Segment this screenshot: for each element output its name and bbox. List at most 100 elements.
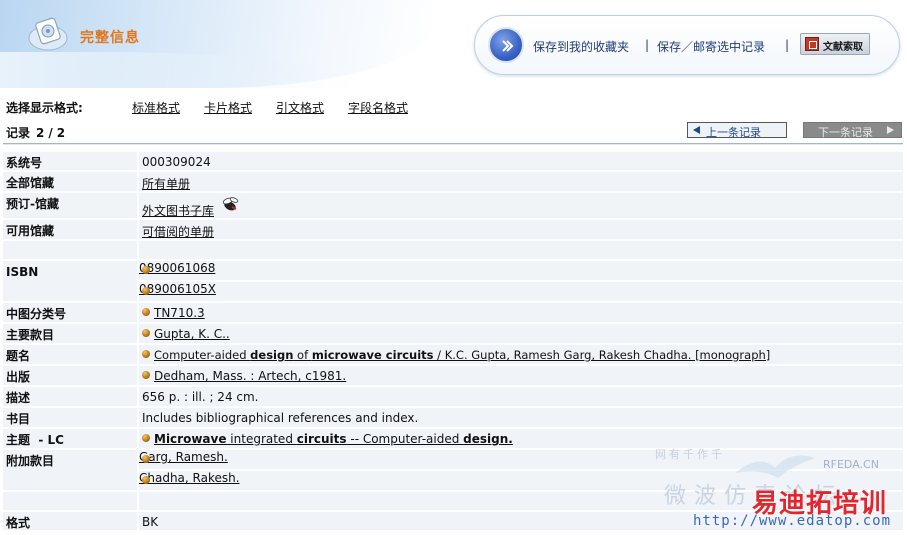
subject-part: circuits: [296, 432, 347, 446]
field-row-empty: [3, 241, 903, 259]
bee-cursor-icon: [222, 197, 239, 211]
record-label: 记录: [6, 126, 31, 140]
bullet-icon: [142, 308, 150, 316]
header: 完整信息 保存到我的收藏夹 | 保存／邮寄选中记录 | 文献索取: [0, 0, 907, 90]
list-item: 0890061068: [139, 261, 903, 280]
added-author-link[interactable]: Chadha, Rakesh.: [139, 471, 240, 485]
field-row-notes: 书目 Includes bibliographical references a…: [3, 408, 903, 427]
field-label: 全部馆藏: [3, 172, 137, 191]
field-value: Includes bibliographical references and …: [139, 408, 903, 427]
isbn-link[interactable]: 0890061068: [139, 261, 215, 275]
field-label: 附加款目: [3, 450, 137, 490]
title-part: design: [250, 348, 294, 362]
isbn-link[interactable]: 089006105X: [139, 282, 216, 296]
separator: |: [785, 38, 790, 52]
field-value: 0890061068 089006105X: [139, 261, 903, 301]
forward-arrow-icon[interactable]: [488, 27, 524, 63]
reserve-library-link[interactable]: 外文图书子库: [142, 202, 214, 219]
bullet-icon: [142, 371, 150, 379]
subject-part: integrated: [226, 432, 297, 446]
title-part: Computer-aided: [154, 348, 251, 362]
available-items-link[interactable]: 可借阅的单册: [142, 223, 214, 239]
format-label: 选择显示格式:: [6, 101, 83, 115]
field-label: 主题 - LC: [3, 429, 137, 448]
subject-part: Microwave: [154, 432, 227, 446]
field-row-isbn: ISBN 0890061068 089006105X: [3, 261, 903, 301]
field-label: 中图分类号: [3, 303, 137, 322]
author-link[interactable]: Gupta, K. C..: [154, 327, 230, 341]
added-author-link[interactable]: Garg, Ramesh.: [139, 450, 228, 464]
separator: |: [645, 38, 650, 52]
field-label: 主要款目: [3, 324, 137, 343]
field-value: TN710.3: [139, 303, 903, 322]
field-value: 000309024: [139, 152, 903, 170]
previous-record-button[interactable]: 上一条记录: [687, 122, 787, 139]
field-label: [3, 492, 137, 510]
record-table: 系统号 000309024 全部馆藏 所有单册 预订-馆藏 外文图书子库 可用馆…: [3, 152, 903, 532]
format-citation-link[interactable]: 引文格式: [276, 99, 324, 116]
field-value: 可借阅的单册: [139, 220, 903, 239]
save-mail-selected-link[interactable]: 保存／邮寄选中记录: [657, 38, 765, 55]
bullet-icon: [142, 329, 150, 337]
list-item: Chadha, Rakesh.: [139, 471, 903, 490]
field-row-reserve: 预订-馆藏 外文图书子库: [3, 193, 903, 218]
action-bar: 保存到我的收藏夹 | 保存／邮寄选中记录 | 文献索取: [474, 15, 900, 75]
publication-link[interactable]: Dedham, Mass. : Artech, c1981.: [154, 369, 346, 383]
bullet-icon: [142, 266, 150, 274]
field-row-clc: 中图分类号 TN710.3: [3, 303, 903, 322]
previous-record-label: 上一条记录: [706, 126, 761, 139]
field-value: Gupta, K. C..: [139, 324, 903, 343]
bullet-icon: [142, 455, 150, 463]
record-total: 2: [56, 126, 70, 140]
all-holdings-link[interactable]: 所有单册: [142, 175, 190, 191]
classification-link[interactable]: TN710.3: [154, 306, 205, 320]
field-row-added-entry: 附加款目 Garg, Ramesh. Chadha, Rakesh.: [3, 450, 903, 490]
field-row-sysno: 系统号 000309024: [3, 152, 903, 170]
field-value: 外文图书子库: [139, 193, 903, 218]
title-link[interactable]: Computer-aided design of microwave circu…: [154, 348, 770, 362]
field-row-all-holdings: 全部馆藏 所有单册: [3, 172, 903, 191]
format-card-link[interactable]: 卡片格式: [204, 99, 252, 116]
field-label: 描述: [3, 387, 137, 406]
description-value: 656 p. : ill. ; 24 cm.: [142, 390, 259, 404]
record-current: 2: [36, 126, 49, 140]
field-value: Computer-aided design of microwave circu…: [139, 345, 903, 364]
document-request-label: 文献索取: [823, 42, 863, 53]
field-label: 预订-馆藏: [3, 193, 137, 218]
field-row-empty: [3, 492, 903, 510]
document-icon: [805, 37, 819, 51]
notes-value: Includes bibliographical references and …: [142, 411, 419, 425]
next-record-label: 下一条记录: [818, 126, 873, 139]
record-counter: 记录 2/2: [6, 124, 69, 141]
subject-part: design.: [463, 432, 513, 446]
title-part: microwave circuits: [311, 348, 434, 362]
page-title: 完整信息: [80, 30, 140, 46]
field-label: [3, 241, 137, 259]
subject-part: -- Computer-aided: [346, 432, 464, 446]
field-value: Microwave integrated circuits -- Compute…: [139, 429, 903, 448]
field-label: 可用馆藏: [3, 220, 137, 239]
title-part: / K.C. Gupta, Ramesh Garg, Rakesh Chadha…: [433, 348, 771, 362]
bullet-icon: [142, 287, 150, 295]
sysno-value: 000309024: [142, 155, 211, 169]
save-to-favorites-link[interactable]: 保存到我的收藏夹: [533, 38, 629, 55]
field-label: ISBN: [3, 261, 137, 301]
subject-link[interactable]: Microwave integrated circuits -- Compute…: [154, 432, 513, 446]
list-item: Garg, Ramesh.: [139, 450, 903, 469]
title-part: of: [293, 348, 312, 362]
format-value: BK: [142, 515, 159, 529]
field-row-available: 可用馆藏 可借阅的单册: [3, 220, 903, 239]
field-row-main-entry: 主要款目 Gupta, K. C..: [3, 324, 903, 343]
document-request-button[interactable]: 文献索取: [800, 33, 870, 55]
field-value: [139, 492, 903, 510]
field-row-format: 格式 BK: [3, 512, 903, 530]
field-value: Dedham, Mass. : Artech, c1981.: [139, 366, 903, 385]
format-fieldname-link[interactable]: 字段名格式: [348, 99, 408, 116]
field-value: 656 p. : ill. ; 24 cm.: [139, 387, 903, 406]
field-value: [139, 241, 903, 259]
list-item: 089006105X: [139, 282, 903, 301]
field-row-publication: 出版 Dedham, Mass. : Artech, c1981.: [3, 366, 903, 385]
field-row-title: 题名 Computer-aided design of microwave ci…: [3, 345, 903, 364]
bullet-icon: [142, 434, 150, 442]
format-standard-link[interactable]: 标准格式: [132, 99, 180, 116]
